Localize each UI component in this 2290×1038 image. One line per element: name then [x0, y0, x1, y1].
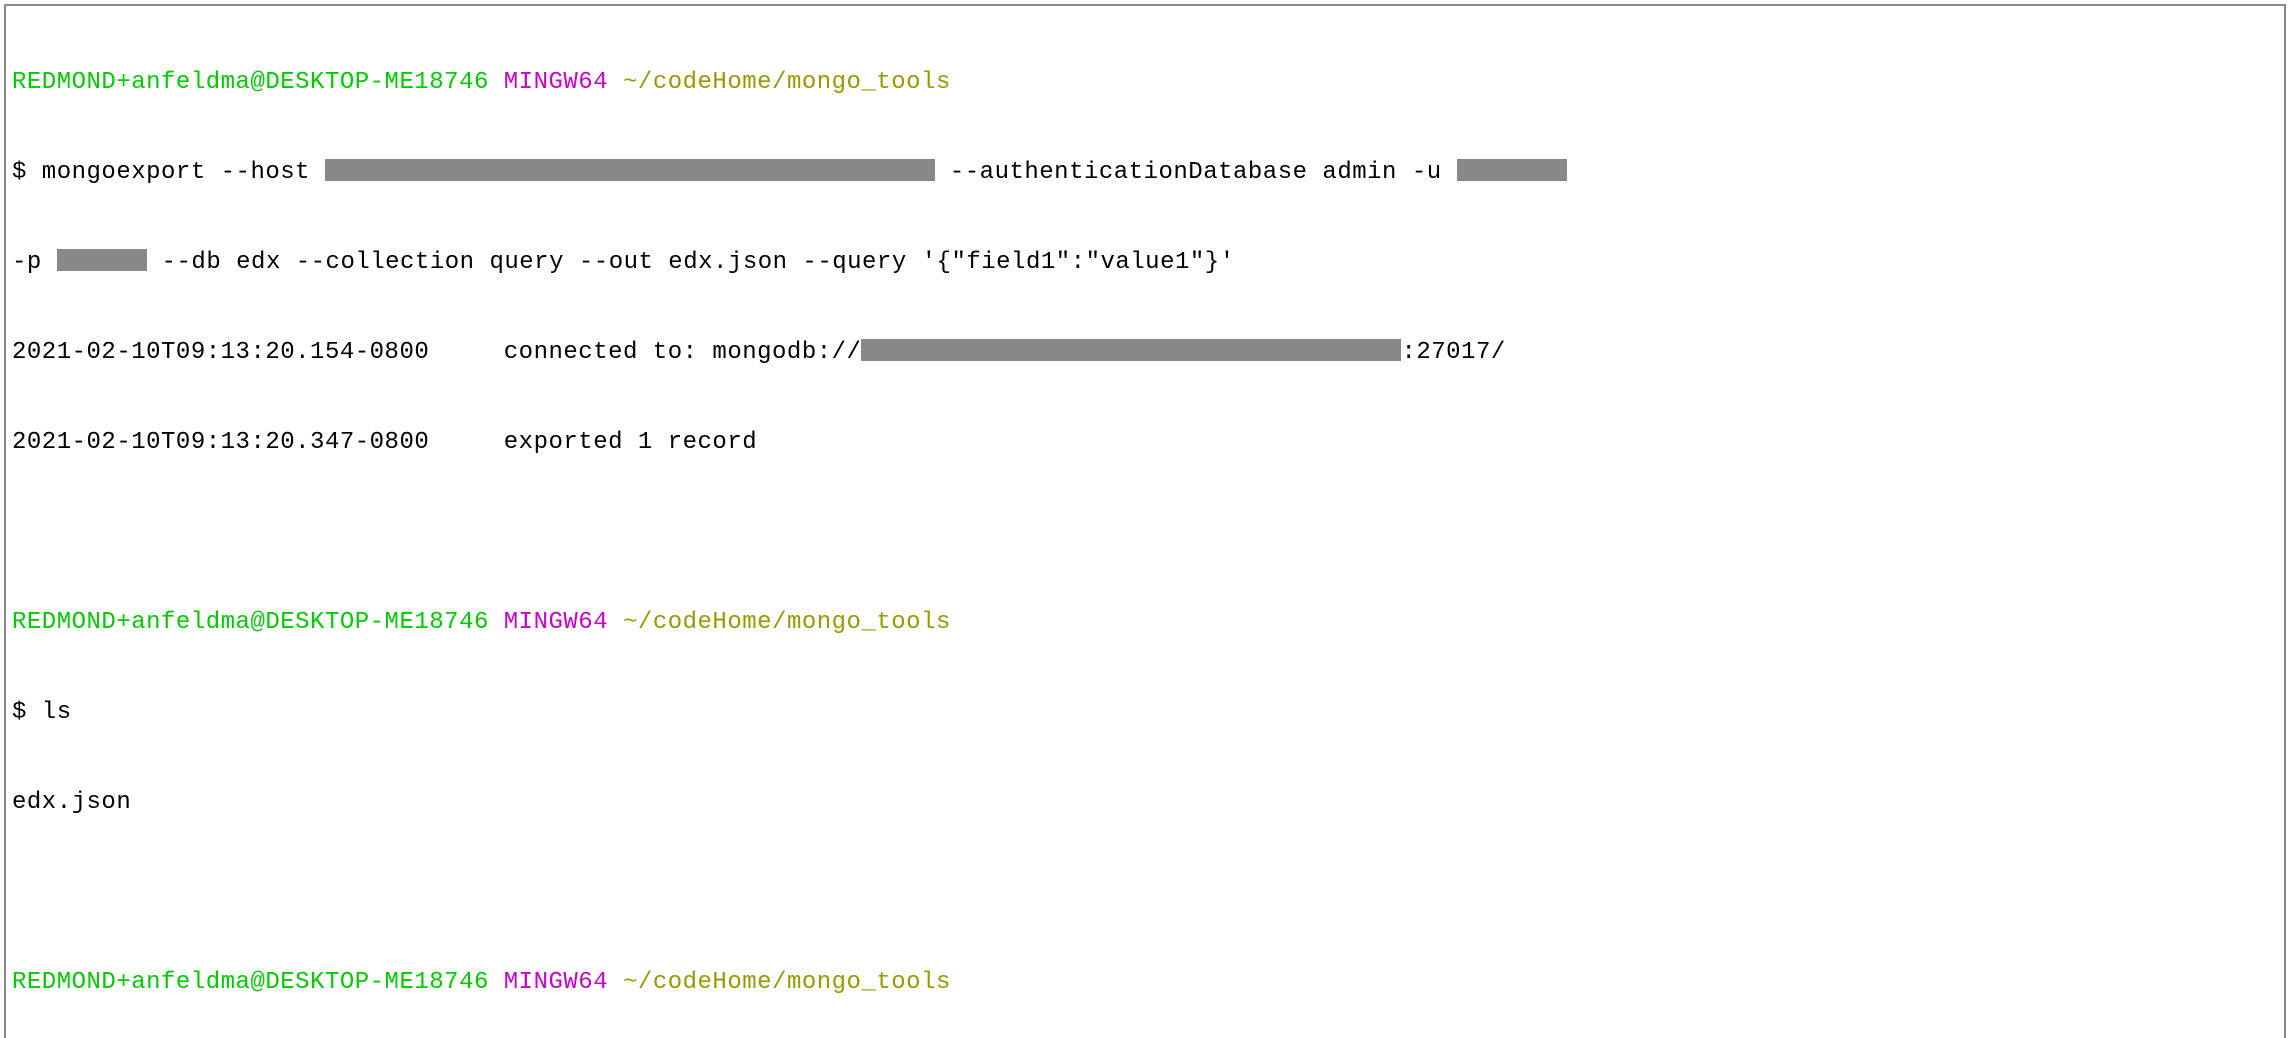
output-text: 2021-02-10T09:13:20.154-0800 connected t…: [12, 339, 861, 366]
cmd-text: -p: [12, 249, 57, 276]
cwd-path: ~/codeHome/mongo_tools: [623, 969, 951, 996]
command-line-2: $ ls: [12, 698, 2278, 728]
cwd-path: ~/codeHome/mongo_tools: [623, 609, 951, 636]
prompt-line-3: REDMOND+anfeldma@DESKTOP-ME18746 MINGW64…: [12, 968, 2278, 998]
redacted-connection: [861, 339, 1401, 361]
redacted-host: [325, 159, 935, 181]
prompt-line-2: REDMOND+anfeldma@DESKTOP-ME18746 MINGW64…: [12, 608, 2278, 638]
terminal-window: REDMOND+anfeldma@DESKTOP-ME18746 MINGW64…: [4, 4, 2286, 1038]
output-line-3: edx.json: [12, 788, 2278, 818]
user-host: REDMOND+anfeldma@DESKTOP-ME18746: [12, 609, 489, 636]
cwd-path: ~/codeHome/mongo_tools: [623, 69, 951, 96]
output-text: :27017/: [1401, 339, 1505, 366]
redacted-password: [57, 249, 147, 271]
cmd-text: --authenticationDatabase admin -u: [935, 159, 1457, 186]
blank-line: [12, 878, 2278, 908]
mingw-label: MINGW64: [504, 69, 608, 96]
command-line-1a: $ mongoexport --host --authenticationDat…: [12, 158, 2278, 188]
mingw-label: MINGW64: [504, 969, 608, 996]
cmd-text: --db edx --collection query --out edx.js…: [147, 249, 1235, 276]
output-line-1: 2021-02-10T09:13:20.154-0800 connected t…: [12, 338, 2278, 368]
command-line-1b: -p --db edx --collection query --out edx…: [12, 248, 2278, 278]
output-line-2: 2021-02-10T09:13:20.347-0800 exported 1 …: [12, 428, 2278, 458]
prompt-line-1: REDMOND+anfeldma@DESKTOP-ME18746 MINGW64…: [12, 68, 2278, 98]
user-host: REDMOND+anfeldma@DESKTOP-ME18746: [12, 969, 489, 996]
cmd-text: $ mongoexport --host: [12, 159, 325, 186]
blank-line: [12, 518, 2278, 548]
mingw-label: MINGW64: [504, 609, 608, 636]
redacted-user: [1457, 159, 1567, 181]
user-host: REDMOND+anfeldma@DESKTOP-ME18746: [12, 69, 489, 96]
